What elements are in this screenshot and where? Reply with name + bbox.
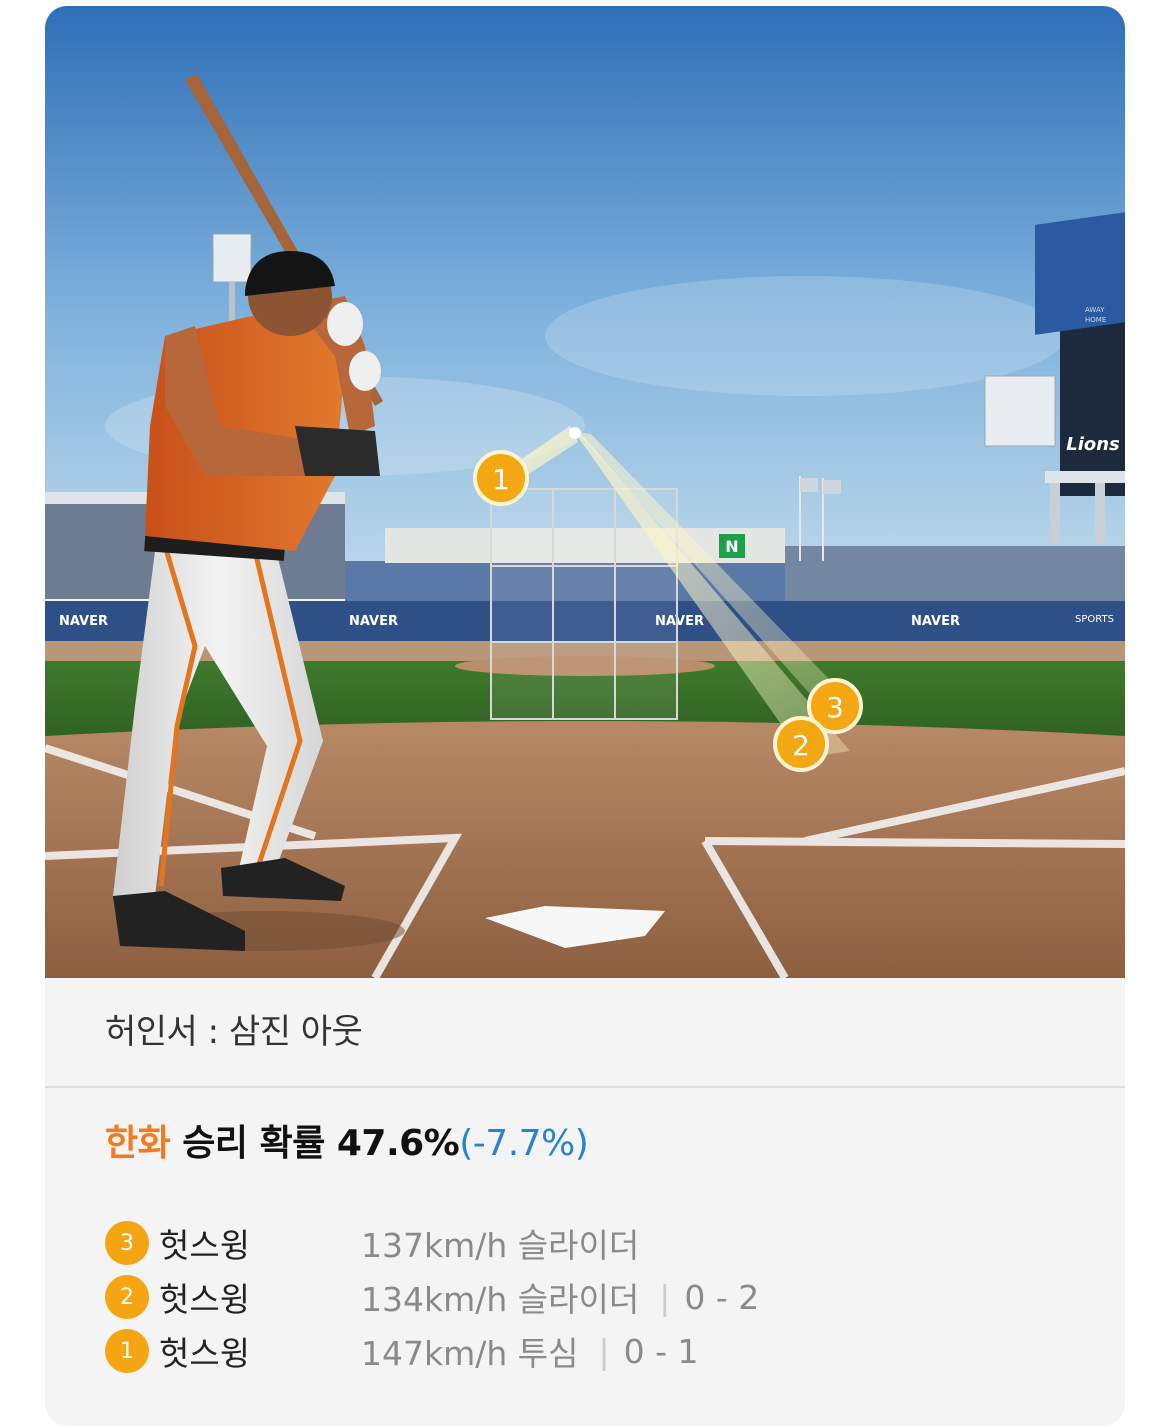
pitch-number-badge: 2 [105, 1275, 149, 1319]
pitch-detail: 134km/h 슬라이더 [361, 1280, 640, 1319]
banner-sports: SPORTS [1075, 614, 1114, 625]
svg-text:HOME: HOME [1085, 316, 1106, 324]
pitch-card: N Lions AWAY HOME NAVER NAVER NAVER NAVE… [45, 6, 1125, 1426]
svg-text:1: 1 [492, 463, 510, 496]
pitch-result: 헛스윙 [159, 1280, 251, 1319]
pitch-result: 헛스윙 [159, 1226, 251, 1265]
win-probability-delta: (-7.7%) [459, 1123, 589, 1164]
win-probability-label: 승리 확률 [182, 1123, 325, 1164]
pitch-row-2: 2 헛스윙 134km/h 슬라이더 | 0 - 2 [105, 1270, 759, 1324]
at-bat-result-text: 허인서 : 삼진 아웃 [105, 1012, 363, 1052]
pitch-list: 3 헛스윙 137km/h 슬라이더 2 헛스윙 134km/h 슬라이더 | … [105, 1216, 759, 1378]
banner-naver-2: NAVER [349, 614, 398, 629]
pitch-detail: 137km/h 슬라이더 [361, 1226, 640, 1265]
pitch-marker-2: 2 [773, 716, 829, 772]
pitch-scene: N Lions AWAY HOME NAVER NAVER NAVER NAVE… [45, 6, 1125, 978]
banner-naver-1: NAVER [59, 614, 108, 629]
svg-text:2: 2 [792, 729, 810, 762]
pitch-number-badge: 1 [105, 1329, 149, 1373]
pitch-row-1: 1 헛스윙 147km/h 투심 | 0 - 1 [105, 1324, 759, 1378]
at-bat-result: 허인서 : 삼진 아웃 [45, 978, 1125, 1086]
banner-naver-4: NAVER [911, 614, 960, 629]
pitch-number-badge: 3 [105, 1221, 149, 1265]
win-probability-value: 47.6% [336, 1123, 460, 1164]
count-separator: | [659, 1277, 671, 1317]
pitch-count: 0 - 1 [623, 1331, 699, 1371]
team-logo-text: Lions [1066, 434, 1120, 455]
svg-text:AWAY: AWAY [1085, 306, 1105, 314]
count-separator: | [598, 1331, 610, 1371]
divider [45, 1086, 1125, 1088]
pitch-result: 헛스윙 [159, 1334, 251, 1373]
win-probability-team: 한화 [105, 1123, 171, 1164]
pitch-row-3: 3 헛스윙 137km/h 슬라이더 [105, 1216, 759, 1270]
naver-billboard: N [719, 534, 745, 558]
win-probability: 한화 승리 확률 47.6%(-7.7%) [105, 1114, 589, 1166]
pitch-detail: 147km/h 투심 [361, 1334, 579, 1373]
pitch-marker-1: 1 [473, 450, 529, 506]
svg-text:3: 3 [826, 691, 844, 724]
pitch-count: 0 - 2 [684, 1277, 760, 1317]
svg-text:N: N [725, 537, 738, 556]
